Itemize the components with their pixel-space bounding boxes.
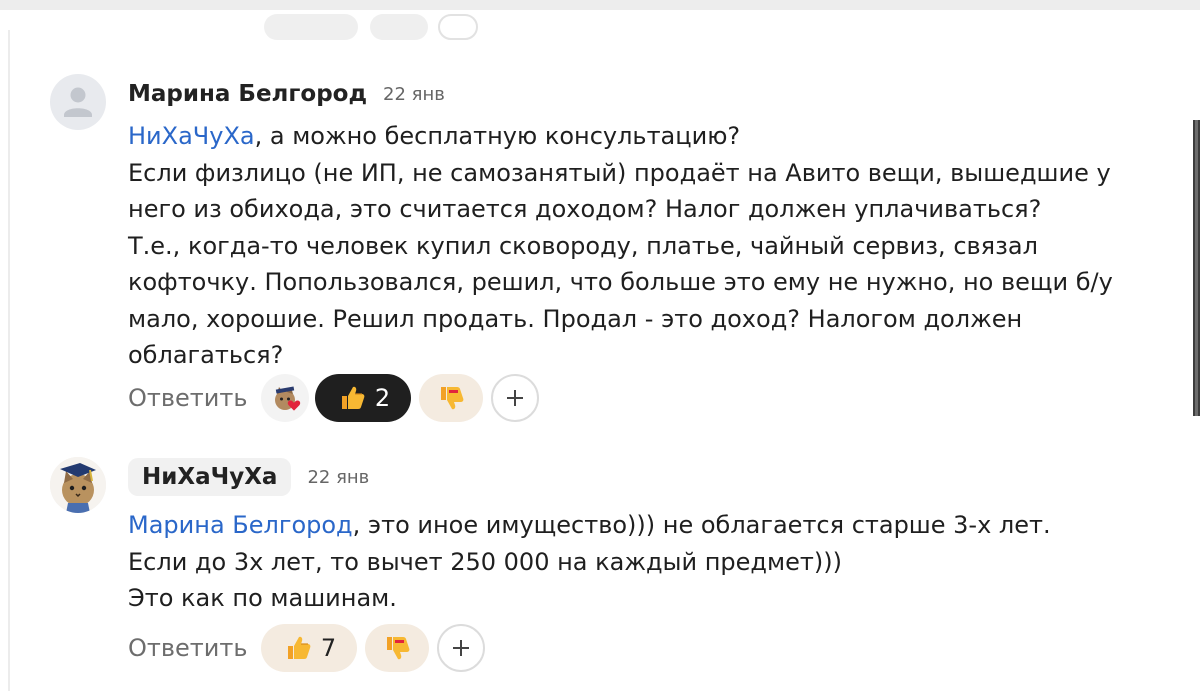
plus-icon [453,640,470,656]
comment-line-text: , а можно бесплатную консультацию? [254,122,741,150]
top-band [0,0,1200,10]
like-button[interactable]: 2 [315,374,412,422]
comment-line: Если до 3х лет, то вычет 250 000 на кажд… [128,547,842,576]
reply-button[interactable]: Ответить [128,384,247,412]
comment-line: Т.е., когда-то человек купил сковороду, … [128,231,1038,260]
author-name[interactable]: Марина Белгород [128,81,367,107]
like-count: 2 [374,384,391,412]
scrollbar[interactable] [1193,120,1200,416]
comment-actions: Ответить 7 [128,624,493,672]
comment-line: Это как по машинам. [128,584,397,612]
plus-icon [507,390,524,406]
comment-text: НиХаЧуХа, а можно бесплатную консультаци… [128,118,1138,374]
thumbs-up-icon [287,636,311,659]
comment-line: него из обихода, это считается доходом? … [128,195,1042,223]
comment-header: Марина Белгород 22 янв [128,76,445,112]
comment-line: кофточку. Попользовался, решил, что боль… [128,268,1113,296]
thumbs-up-icon [341,386,365,409]
comment-line: мало, хорошие. Решил продать. Продал - э… [128,304,1023,333]
comment-line: Марина Белгород, это иное имущество))) н… [128,507,1138,544]
mention-link[interactable]: НиХаЧуХа [128,122,255,150]
thumbs-down-icon [387,637,410,660]
comment-line-text: , это иное имущество))) не облагается ст… [352,511,1051,539]
author-name[interactable]: НиХаЧуХа [128,458,292,496]
comment-text: Марина Белгород, это иное имущество))) н… [128,507,1138,617]
previous-dislike-fragment[interactable] [370,14,428,40]
previous-add-reaction-fragment[interactable] [438,14,478,40]
thumbs-down-icon [441,387,464,410]
reply-button[interactable]: Ответить [128,634,247,662]
add-reaction-button[interactable] [437,624,486,672]
comment-actions: Ответить 2 [128,374,547,422]
comment-line: облагаться? [128,341,284,369]
card-edge [8,30,10,691]
user-placeholder-icon[interactable] [50,74,106,130]
like-button[interactable]: 7 [261,624,358,672]
mention-link[interactable]: Марина Белгород [128,511,353,539]
add-reaction-button[interactable] [491,374,540,422]
dislike-button[interactable] [419,374,484,422]
heart-icon [288,400,301,411]
reactors-preview[interactable] [261,374,310,422]
comment-date: 22 янв [383,83,445,105]
comment-line: НиХаЧуХа, а можно бесплатную консультаци… [128,118,1138,155]
dislike-button[interactable] [365,624,430,672]
comment-line: Если физлицо (не ИП, не самозанятый) про… [128,158,1111,187]
previous-reaction-fragment[interactable] [264,14,358,40]
like-count: 7 [320,634,337,662]
comment-date: 22 янв [307,466,370,488]
cat-avatar-icon[interactable] [50,457,106,513]
comment-header: НиХаЧуХа 22 янв [128,457,369,497]
